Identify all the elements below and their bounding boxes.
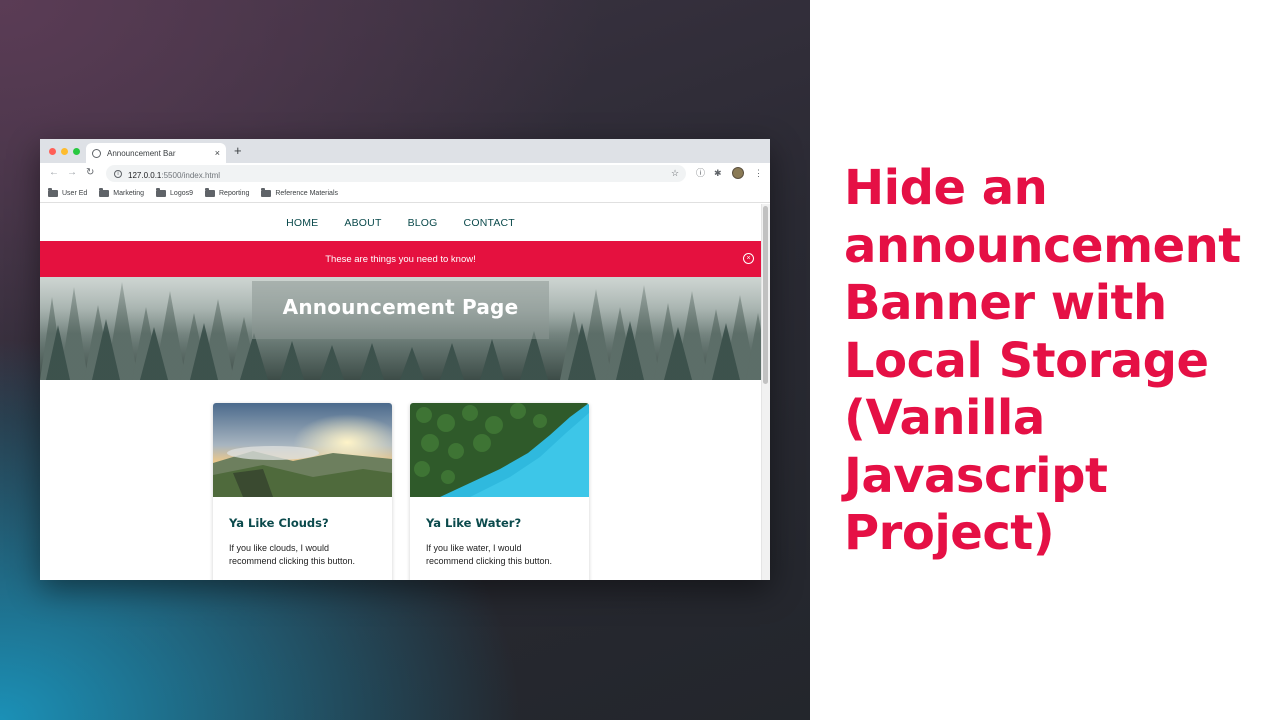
new-tab-icon[interactable]: + [234,144,242,157]
tab-title: Announcement Bar [107,148,176,158]
browser-window: Announcement Bar × + ← → ↻ i 127.0.0.1:5… [40,139,770,580]
folder-icon [99,188,110,197]
bookmark-label: Reporting [219,190,250,197]
bookmark-user-ed[interactable]: User Ed [48,188,88,197]
browser-tab[interactable]: Announcement Bar × [86,143,226,163]
card-water: Ya Like Water? If you like water, I woul… [410,403,589,580]
extensions-puzzle-icon[interactable]: ✱ [714,168,722,178]
address-bar[interactable]: i 127.0.0.1:5500/index.html [106,165,686,182]
nav-contact-link[interactable]: CONTACT [464,217,515,229]
clouds-image [213,403,392,497]
card-text: If you like water, I would recommend cli… [426,543,553,566]
extension-info-icon[interactable]: ⓘ [696,168,705,178]
bookmark-reporting[interactable]: Reporting [205,188,250,197]
folder-icon [48,188,58,197]
bookmark-logos9[interactable]: Logos9 [156,188,193,197]
bookmarks-bar: User Ed Marketing Logos9 Reporting Refer… [40,185,770,203]
bookmark-label: Reference Materials [275,190,338,197]
hero-banner: Announcement Page [40,277,761,380]
reload-icon[interactable]: ↻ [86,167,94,179]
folder-icon [156,188,167,197]
browser-toolbar: ← → ↻ i 127.0.0.1:5500/index.html ☆ ⓘ ✱ … [40,163,770,185]
bookmark-marketing[interactable]: Marketing [99,188,145,197]
hero-title: Announcement Page [282,295,519,319]
profile-avatar[interactable] [732,167,744,179]
nav-blog-link[interactable]: BLOG [408,217,438,229]
url-path: :5500/index.html [161,170,221,180]
bookmark-label: Logos9 [170,190,193,197]
bookmark-reference-materials[interactable]: Reference Materials [261,188,338,197]
tab-close-icon[interactable]: × [215,148,220,158]
card-title: Ya Like Clouds? [229,516,329,530]
folder-icon [205,188,215,197]
info-icon[interactable]: i [114,169,122,178]
close-window-button[interactable] [49,148,56,155]
globe-icon [92,148,101,158]
bookmark-star-icon[interactable]: ☆ [671,168,679,178]
minimize-window-button[interactable] [61,148,68,155]
maximize-window-button[interactable] [73,148,80,155]
page-viewport: HOME ABOUT BLOG CONTACT These are things… [40,204,770,580]
video-title: Hide an announcement Banner with Local S… [844,160,1241,561]
folder-icon [261,188,272,197]
nav-home-link[interactable]: HOME [286,217,318,229]
back-arrow-icon[interactable]: ← [49,167,59,179]
card-title: Ya Like Water? [426,516,522,530]
site-nav: HOME ABOUT BLOG CONTACT [40,204,761,241]
bookmark-label: Marketing [113,190,145,197]
close-banner-icon[interactable]: × [743,253,754,264]
card-text: If you like clouds, I would recommend cl… [229,543,356,566]
announcement-text: These are things you need to know! [325,253,476,265]
title-panel: Hide an announcement Banner with Local S… [810,0,1280,720]
announcement-banner: These are things you need to know! × [40,241,761,277]
water-image [410,403,589,497]
forward-arrow-icon[interactable]: → [67,167,77,179]
url-host: 127.0.0.1 [128,170,162,180]
bookmark-label: User Ed [62,190,88,197]
card-clouds: Ya Like Clouds? If you like clouds, I wo… [213,403,392,580]
tab-bar: Announcement Bar × + [40,139,770,163]
menu-kebab-icon[interactable]: ⋮ [754,168,763,178]
scrollbar-thumb[interactable] [763,206,768,384]
nav-about-link[interactable]: ABOUT [344,217,381,229]
